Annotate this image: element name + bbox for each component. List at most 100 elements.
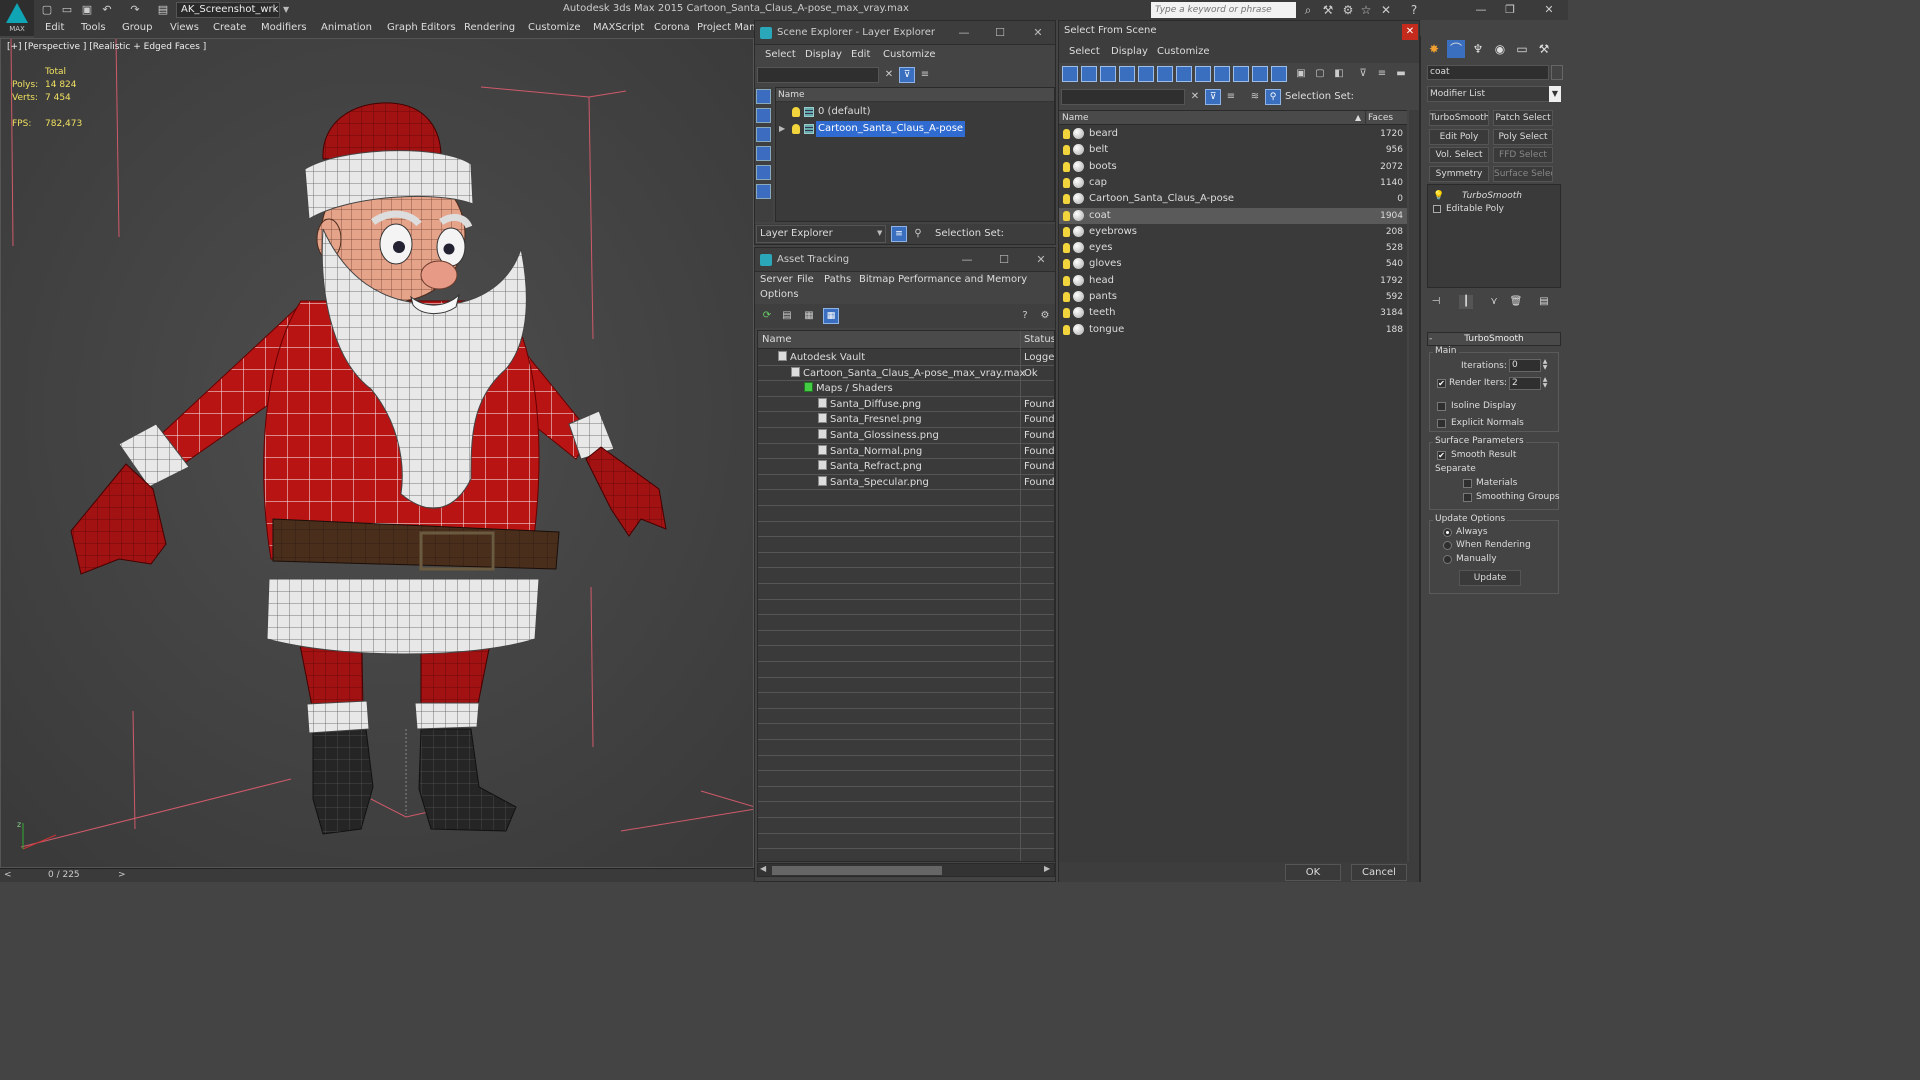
lightbulb-icon[interactable] [792,107,800,117]
asset-row[interactable]: Santa_Refract.png Found [758,459,1054,475]
geometry-filter-icon[interactable] [1062,66,1078,82]
object-row[interactable]: eyebrows 208 [1059,224,1407,240]
settings-icon[interactable]: ⚙ [1037,308,1053,324]
helpers-filter-icon[interactable] [1138,66,1154,82]
layer-explorer-icon[interactable]: ≡ [891,226,907,242]
display-none-icon[interactable]: ▢ [1312,66,1328,82]
columns-icon[interactable]: ▬ [1393,66,1409,82]
lightbulb-icon[interactable] [1063,259,1070,270]
clear-search-icon[interactable]: ✕ [1187,89,1203,105]
object-row[interactable]: tongue 188 [1059,322,1407,338]
app-logo-button[interactable]: MAX [0,0,34,36]
sort-ascending-icon[interactable]: ▲ [1355,111,1361,125]
asset-row[interactable]: Autodesk Vault Logged [758,350,1054,366]
invert-display-icon[interactable]: ◧ [1331,66,1347,82]
modifier-set-button[interactable]: TurboSmooth [1429,110,1489,126]
object-row[interactable]: beard 1720 [1059,126,1407,142]
at-menu-server[interactable]: Server [760,274,793,285]
bones-filter-icon[interactable] [1214,66,1230,82]
cameras-filter-icon[interactable] [1119,66,1135,82]
lights-filter-icon[interactable] [1100,66,1116,82]
menu-maxscript[interactable]: MAXScript [593,22,644,33]
shapes-filter-icon[interactable] [756,108,771,123]
layer-tree-header[interactable]: Name [776,88,1054,102]
undo-icon[interactable]: ↶ [100,3,114,17]
horizontal-scrollbar[interactable]: ◀ ▶ [757,863,1055,877]
lightbulb-icon[interactable] [792,124,800,134]
menu-tools[interactable]: Tools [81,22,106,33]
at-menu-options[interactable]: Options [760,289,799,300]
materials-checkbox[interactable] [1463,479,1472,488]
groups-filter-icon[interactable] [1176,66,1192,82]
lightbulb-icon[interactable] [1063,292,1070,302]
spacewarps-filter-icon[interactable] [1157,66,1173,82]
spacewarps-filter-icon[interactable] [756,184,771,199]
when-rendering-radio[interactable] [1443,541,1452,550]
asset-row[interactable]: Santa_Glossiness.png Found [758,428,1054,444]
minimize-button[interactable]: — [957,26,971,40]
help-icon[interactable]: ? [1017,308,1033,324]
object-row[interactable]: belt 956 [1059,142,1407,158]
scroll-right-icon[interactable]: ▶ [1044,864,1050,873]
chevron-down-icon[interactable]: ▼ [283,2,293,18]
asset-row[interactable]: Santa_Diffuse.png Found [758,397,1054,413]
new-file-icon[interactable]: ▢ [40,3,54,17]
save-icon[interactable]: ▣ [80,3,94,17]
star-icon[interactable]: ☆ [1358,2,1374,18]
always-radio[interactable] [1443,528,1452,537]
remove-modifier-icon[interactable]: 🗑 [1509,295,1523,309]
xrefs-filter-icon[interactable] [1195,66,1211,82]
lightbulb-icon[interactable]: 💡 [1433,190,1444,203]
viewport-label[interactable]: [+] [Perspective ] [Realistic + Edged Fa… [7,42,206,52]
spinner-arrows-icon[interactable]: ▲ ▼ [1541,377,1549,390]
menu-corona[interactable]: Corona [654,22,690,33]
object-row[interactable]: teeth 3184 [1059,305,1407,321]
se-menu-edit[interactable]: Edit [851,49,870,60]
lights-filter-icon[interactable] [756,127,771,142]
help-icon[interactable]: ? [1406,2,1422,18]
minimize-button[interactable]: — [1468,1,1494,19]
column-faces-header[interactable]: Faces [1365,111,1393,125]
sfs-find-input[interactable] [1061,89,1185,105]
se-find-input[interactable] [757,67,879,83]
modifier-set-button[interactable]: Vol. Select [1429,147,1489,163]
list-view-icon[interactable]: ▤ [779,308,795,324]
scene-explorer-titlebar[interactable]: Scene Explorer - Layer Explorer — ☐ ✕ [755,21,1055,45]
subscription-icon[interactable]: ⚙ [1340,2,1356,18]
render-iters-checkbox[interactable]: ✔ [1437,379,1446,388]
se-menu-select[interactable]: Select [765,49,796,60]
scrollbar-thumb[interactable] [772,866,942,875]
asset-row[interactable]: Maps / Shaders [758,381,1054,397]
at-menu-bitmap-performance[interactable]: Bitmap Performance and Memory [859,274,1027,285]
modifier-list-dropdown[interactable]: Modifier List [1427,86,1561,102]
make-unique-icon[interactable]: ⋎ [1487,295,1501,309]
modify-tab-icon[interactable]: ⌒ [1447,40,1465,58]
smooth-result-checkbox[interactable]: ✔ [1437,451,1446,460]
menu-create[interactable]: Create [213,22,246,33]
create-tab-icon[interactable]: ✸ [1425,40,1443,58]
redo-icon[interactable]: ↷ [128,3,142,17]
object-color-swatch[interactable] [1551,65,1563,80]
motion-tab-icon[interactable]: ◉ [1491,40,1509,58]
chevron-down-icon[interactable]: ▼ [1549,86,1561,102]
modifier-set-button[interactable]: Edit Poly [1429,128,1489,145]
at-menu-file[interactable]: File [797,274,814,285]
menu-edit[interactable]: Edit [45,22,64,33]
lightbulb-icon[interactable] [1063,210,1070,221]
layer-options-icon[interactable]: ≡ [917,67,933,83]
refresh-icon[interactable]: ⟳ [759,308,775,324]
vertical-scrollbar[interactable] [1409,110,1419,862]
object-row[interactable]: head 1792 [1059,273,1407,289]
object-row[interactable]: gloves 540 [1059,256,1407,272]
time-slider[interactable] [0,868,754,882]
turbosmooth-rollout-header[interactable]: TurboSmooth [1427,332,1561,346]
project-folder-icon[interactable]: ▤ [156,3,170,17]
lightbulb-icon[interactable] [1063,226,1070,237]
sfs-menu-select[interactable]: Select [1069,46,1100,57]
maximize-button[interactable]: ☐ [993,26,1007,40]
expand-arrow-icon[interactable]: ▶ [779,121,785,137]
menu-modifiers[interactable]: Modifiers [261,22,307,33]
modifier-set-button[interactable]: Surface Select [1493,165,1553,182]
hierarchy-tab-icon[interactable]: ♆ [1469,40,1487,58]
perspective-viewport[interactable]: z [0,38,754,868]
